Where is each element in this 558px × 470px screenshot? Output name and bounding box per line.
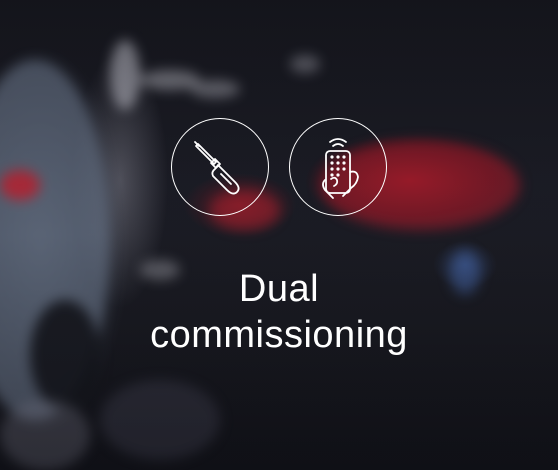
feature-title-line-1: Dual [238,268,320,310]
icon-row [0,118,558,216]
dark-overlay [0,0,558,470]
remote-control-icon [289,118,387,216]
screwdriver-icon [171,118,269,216]
feature-title: Dual commissioning [0,266,558,358]
feature-title-line-2: commissioning [150,314,408,356]
feature-tile: Dual commissioning [0,0,558,470]
